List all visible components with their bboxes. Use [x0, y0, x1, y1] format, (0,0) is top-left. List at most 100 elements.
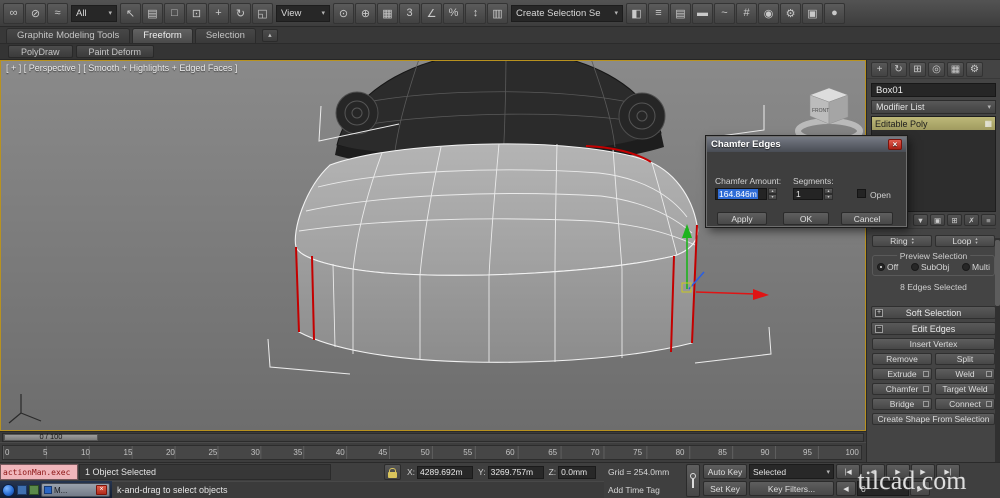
set-key-mode-button[interactable] — [686, 464, 700, 497]
add-time-tag[interactable]: Add Time Tag — [608, 485, 660, 495]
panel-scrollbar[interactable] — [995, 238, 1000, 462]
percent-snap-icon[interactable]: % — [443, 2, 464, 24]
y-coordinate-field[interactable]: 3269.757m — [487, 465, 544, 479]
select-and-link-icon[interactable]: ∞ — [3, 2, 24, 24]
utilities-tab-icon[interactable]: ⚙ — [966, 61, 983, 77]
extrude-button[interactable]: Extrude — [872, 368, 932, 380]
hierarchy-tab-icon[interactable]: ⊞ — [909, 61, 926, 77]
track-bar[interactable]: 0 5 10 15 20 25 30 35 40 45 50 55 60 65 70 75 80 85 90 95 10… — [0, 442, 866, 462]
remove-button[interactable]: Remove — [872, 353, 932, 365]
chamfer-amount-spinner[interactable]: ▴ ▾ — [768, 188, 777, 200]
window-crossing-icon[interactable]: ⊡ — [186, 2, 207, 24]
bridge-button[interactable]: Bridge — [872, 398, 932, 410]
loop-button[interactable]: Loop ▴ ▾ — [935, 235, 995, 247]
target-weld-button[interactable]: Target Weld — [935, 383, 995, 395]
create-tab-icon[interactable]: + — [871, 61, 888, 77]
settings-box-icon[interactable] — [986, 401, 992, 407]
settings-box-icon[interactable] — [923, 386, 929, 392]
time-slider[interactable]: 0 / 100 — [0, 431, 866, 442]
viewport-canvas[interactable]: FRONT — [1, 61, 865, 430]
rendered-frame-icon[interactable]: ▣ — [802, 2, 823, 24]
selection-filter-dropdown[interactable]: All ▾ — [71, 4, 117, 22]
polydraw-panel-button[interactable]: PolyDraw — [8, 45, 73, 58]
schematic-view-icon[interactable]: # — [736, 2, 757, 24]
weld-button[interactable]: Weld — [935, 368, 995, 380]
snaps-toggle-icon[interactable]: 3 — [399, 2, 420, 24]
use-pivot-center-icon[interactable]: ⊙ — [333, 2, 354, 24]
select-and-scale-icon[interactable]: ◱ — [252, 2, 273, 24]
ribbon-minimize-icon[interactable]: ▴ — [261, 29, 278, 42]
settings-box-icon[interactable] — [923, 401, 929, 407]
z-coordinate-field[interactable]: 0.0mm — [558, 465, 597, 479]
unlink-selection-icon[interactable]: ⊘ — [25, 2, 46, 24]
taskbar-window-chip[interactable]: M... × — [41, 483, 110, 497]
viewport-label[interactable]: [ + ] [ Perspective ] [ Smooth + Highlig… — [6, 63, 237, 73]
keyboard-override-icon[interactable]: ▦ — [377, 2, 398, 24]
paint-deform-panel-button[interactable]: Paint Deform — [75, 45, 155, 58]
selection-lock-toggle[interactable] — [384, 464, 401, 480]
reference-coordinate-dropdown[interactable]: View ▾ — [276, 4, 330, 22]
ring-spinner[interactable]: ▴ ▾ — [912, 236, 914, 245]
motion-tab-icon[interactable]: ◎ — [928, 61, 945, 77]
key-selection-dropdown[interactable]: Selected ▾ — [749, 464, 834, 479]
timeline-ruler[interactable]: 0 5 10 15 20 25 30 35 40 45 50 55 60 65 70 75 80 85 90 95 10… — [2, 445, 862, 460]
angle-snap-icon[interactable]: ∠ — [421, 2, 442, 24]
modifier-list-dropdown[interactable]: Modifier List ▾ — [871, 100, 996, 114]
align-icon[interactable]: ≡ — [648, 2, 669, 24]
maxscript-mini-listener[interactable]: actionMan.exec — [0, 464, 78, 480]
ring-button[interactable]: Ring ▴ ▾ — [872, 235, 932, 247]
x-coordinate-field[interactable]: 4289.692m — [417, 465, 474, 479]
close-icon[interactable]: × — [888, 139, 902, 150]
edit-edges-rollout[interactable]: − Edit Edges — [871, 322, 996, 335]
preview-multi-radio[interactable]: Multi — [962, 262, 990, 272]
chamfer-button[interactable]: Chamfer — [872, 383, 932, 395]
tab-freeform[interactable]: Freeform — [132, 28, 193, 43]
display-tab-icon[interactable]: ▦ — [947, 61, 964, 77]
scrollbar-thumb[interactable] — [995, 240, 1000, 306]
close-icon[interactable]: × — [96, 485, 107, 495]
render-setup-icon[interactable]: ⚙ — [780, 2, 801, 24]
cancel-button[interactable]: Cancel — [841, 212, 893, 225]
create-shape-button[interactable]: Create Shape From Selection — [872, 413, 995, 425]
graphite-toggle-icon[interactable]: ▬ — [692, 2, 713, 24]
time-slider-thumb[interactable]: 0 / 100 — [4, 433, 98, 441]
ok-button[interactable]: OK — [783, 212, 829, 225]
time-slider-track[interactable]: 0 / 100 — [2, 432, 864, 442]
preview-off-radio[interactable]: Off — [877, 262, 898, 272]
select-object-icon[interactable]: ↖ — [120, 2, 141, 24]
select-by-name-icon[interactable]: ▤ — [142, 2, 163, 24]
loop-spinner[interactable]: ▴ ▾ — [975, 236, 977, 245]
perspective-viewport[interactable]: [ + ] [ Perspective ] [ Smooth + Highlig… — [0, 60, 866, 431]
show-end-result-icon[interactable]: ▣ — [930, 214, 945, 226]
remove-modifier-icon[interactable]: ✗ — [964, 214, 979, 226]
layer-manager-icon[interactable]: ▤ — [670, 2, 691, 24]
open-checkbox[interactable] — [857, 189, 866, 198]
spinner-snap-icon[interactable]: ↕ — [465, 2, 486, 24]
configure-sets-icon[interactable]: ≡ — [981, 214, 996, 226]
material-editor-icon[interactable]: ◉ — [758, 2, 779, 24]
plinth-mesh[interactable] — [294, 143, 699, 363]
tab-selection[interactable]: Selection — [194, 28, 256, 43]
start-button[interactable] — [2, 483, 15, 497]
segments-field[interactable]: 1 — [793, 188, 823, 200]
set-key-button[interactable]: Set Key — [703, 481, 747, 496]
auto-key-button[interactable]: Auto Key — [703, 464, 747, 479]
pin-stack-icon[interactable]: ▼ — [913, 214, 928, 226]
segments-spinner[interactable]: ▴ ▾ — [824, 188, 833, 200]
render-production-icon[interactable]: ● — [824, 2, 845, 24]
split-button[interactable]: Split — [935, 353, 995, 365]
settings-box-icon[interactable] — [986, 371, 992, 377]
named-selection-sets-icon[interactable]: ▥ — [487, 2, 508, 24]
soft-selection-rollout[interactable]: + Soft Selection — [871, 306, 996, 319]
settings-box-icon[interactable] — [923, 371, 929, 377]
insert-vertex-button[interactable]: Insert Vertex — [872, 338, 995, 350]
key-filters-button[interactable]: Key Filters... — [749, 481, 834, 496]
bind-to-space-warp-icon[interactable]: ≈ — [47, 2, 68, 24]
object-name-field[interactable]: Box01 — [871, 83, 996, 97]
select-and-move-icon[interactable]: + — [208, 2, 229, 24]
rectangular-selection-icon[interactable]: □ — [164, 2, 185, 24]
preview-subobj-radio[interactable]: SubObj — [910, 262, 949, 272]
dialog-titlebar[interactable]: Chamfer Edges × — [707, 137, 906, 152]
stack-entry-editable-poly[interactable]: Editable Poly ▦ — [872, 117, 995, 130]
select-and-manipulate-icon[interactable]: ⊕ — [355, 2, 376, 24]
